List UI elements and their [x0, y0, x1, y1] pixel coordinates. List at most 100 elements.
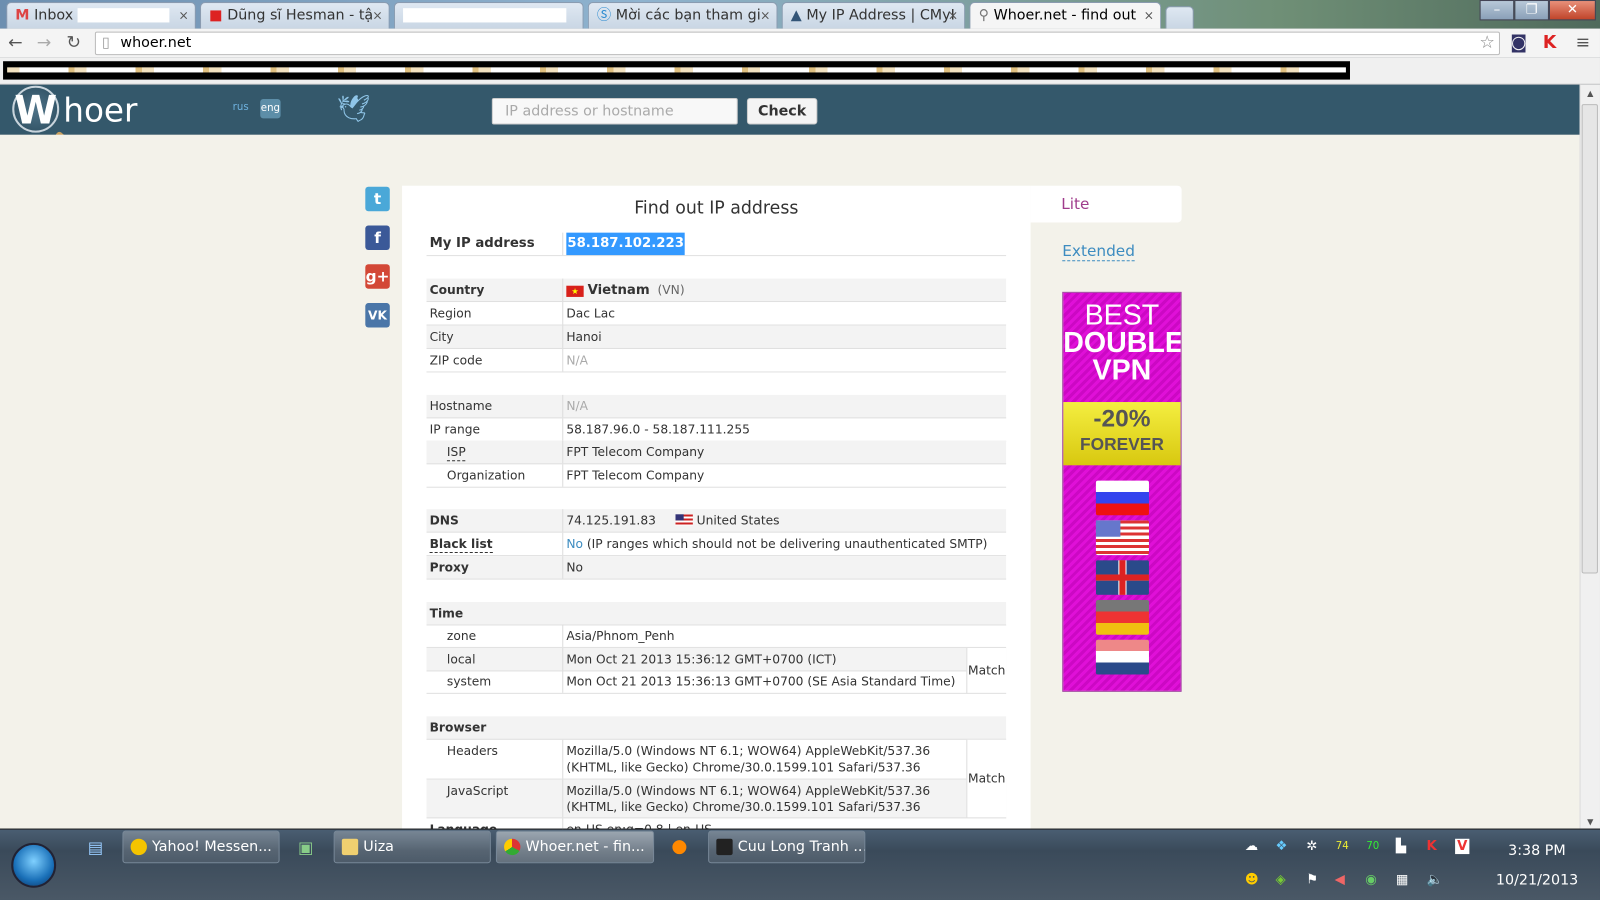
cloud-tray-icon[interactable]: ☁ — [1245, 839, 1258, 854]
program-icon[interactable]: ▣ — [298, 838, 313, 857]
ad-text: DOUBLE — [1063, 326, 1182, 359]
close-tab-icon[interactable]: × — [179, 3, 189, 27]
row-label: system — [446, 674, 492, 689]
system-time-row: system Mon Oct 21 2013 15:36:13 GMT+0700 … — [426, 670, 1007, 694]
ip-search-input[interactable] — [491, 97, 738, 125]
clock-time[interactable]: 3:38 PM — [1508, 843, 1566, 859]
start-button[interactable] — [11, 842, 57, 888]
v-tray-icon[interactable]: V — [1455, 838, 1470, 855]
tab-lite[interactable]: Lite — [1030, 185, 1182, 223]
page-title: Find out IP address — [634, 197, 799, 219]
javascript-row: JavaScript Mozilla/5.0 (Windows NT 6.1; W… — [426, 779, 1007, 819]
lang-rus-link[interactable]: rus — [233, 102, 249, 113]
minimize-button[interactable]: – — [1479, 0, 1515, 21]
city-value: Hanoi — [566, 329, 602, 344]
network-globe-icon[interactable]: ◉ — [1365, 872, 1377, 887]
tab-redacted[interactable] — [393, 2, 584, 29]
tab-label: My IP Address | CMyI — [806, 7, 955, 24]
tab-cmyip[interactable]: ▲ My IP Address | CMyI × — [781, 2, 966, 29]
volume-icon[interactable]: 🔈 — [1427, 872, 1444, 887]
close-window-button[interactable]: ✕ — [1548, 0, 1596, 21]
check-button[interactable]: Check — [746, 97, 818, 125]
lang-eng-link[interactable]: eng — [260, 98, 281, 119]
tool-tray-icon[interactable]: ✲ — [1306, 839, 1317, 854]
tab-hesman[interactable]: ■ Dũng sĩ Hesman - tậ × — [199, 2, 390, 29]
blacklist-label[interactable]: Black list — [429, 536, 493, 554]
close-tab-icon[interactable]: × — [948, 3, 958, 27]
facebook-share-icon[interactable]: f — [365, 225, 390, 250]
device-tray-icon[interactable]: ▙ — [1396, 839, 1406, 854]
taskbar-uiza[interactable]: Uiza — [333, 830, 491, 864]
zone-value: Asia/Phnom_Penh — [566, 628, 675, 643]
tab-inbox[interactable]: M Inbox × — [6, 2, 196, 29]
kaspersky-tray-icon[interactable]: K — [1427, 839, 1437, 854]
url-text: whoer.net — [120, 34, 192, 52]
action-center-flag-icon[interactable]: ⚑ — [1306, 872, 1318, 887]
row-label: Hostname — [429, 398, 493, 414]
headers-value-line: (KHTML, like Gecko) Chrome/30.0.1599.101… — [566, 760, 921, 775]
forward-icon[interactable]: → — [37, 32, 52, 54]
tab-extended[interactable]: Extended — [1062, 242, 1135, 262]
chrome-icon — [504, 838, 521, 856]
row-label: DNS — [429, 513, 459, 528]
taskbar-chrome[interactable]: Whoer.net - fin... — [495, 830, 655, 864]
row-label: local — [446, 652, 476, 667]
close-tab-icon[interactable]: × — [1144, 3, 1154, 27]
speaker-muted-icon[interactable]: ◀ — [1335, 872, 1345, 887]
menu-icon[interactable]: ≡ — [1575, 32, 1590, 54]
iprange-value: 58.187.96.0 - 58.187.111.255 — [566, 422, 750, 437]
scrollbar-thumb[interactable] — [1581, 104, 1598, 574]
twitter-bird-icon[interactable]: 🕊 — [337, 94, 371, 125]
taskbar-label: Cuu Long Tranh ... — [737, 838, 866, 856]
google-plus-share-icon[interactable]: g+ — [365, 264, 390, 289]
camera-extension-icon[interactable]: ◙ — [1510, 32, 1527, 54]
vpn-ad-banner[interactable]: BEST DOUBLE VPN -20% FOREVER — [1062, 291, 1182, 692]
firefox-icon[interactable]: ● — [671, 836, 687, 857]
taskbar-game[interactable]: Cuu Long Tranh ... — [708, 830, 866, 864]
my-ip-value[interactable]: 58.187.102.223 — [566, 232, 686, 256]
browser-section-header: Browser — [426, 716, 1007, 740]
tab-whoer[interactable]: ⚲ Whoer.net - find out × — [969, 2, 1162, 29]
restore-button[interactable]: ❐ — [1514, 0, 1549, 21]
taskbar-label: Yahoo! Messen... — [152, 838, 272, 856]
region-value: Dac Lac — [566, 306, 615, 321]
dns-row: DNS 74.125.191.83 United States — [426, 509, 1007, 533]
reload-icon[interactable]: ↻ — [66, 32, 81, 54]
window-controls: – ❐ ✕ — [1479, 0, 1596, 22]
dns-country: United States — [696, 513, 780, 528]
nvidia-tray-icon[interactable]: ◈ — [1276, 872, 1286, 887]
organization-value: FPT Telecom Company — [566, 468, 705, 483]
tab-skype[interactable]: Ⓢ Mời các bạn tham gi × — [587, 2, 778, 29]
close-tab-icon[interactable]: × — [760, 3, 770, 27]
blacklist-link[interactable]: No — [566, 537, 583, 551]
row-label: Organization — [446, 468, 526, 483]
clock-date[interactable]: 10/21/2013 — [1496, 872, 1578, 888]
close-tab-icon[interactable]: × — [372, 3, 382, 27]
local-time-value: Mon Oct 21 2013 15:36:12 GMT+0700 (ICT) — [566, 652, 837, 667]
uk-flag-icon — [1095, 560, 1149, 595]
yahoo-tray-icon[interactable]: ☻ — [1245, 872, 1259, 887]
network-icon[interactable]: ▦ — [1396, 872, 1409, 887]
back-icon[interactable]: ← — [8, 32, 23, 54]
logo-text[interactable]: hoer — [63, 90, 137, 131]
vk-share-icon[interactable]: VK — [365, 303, 390, 328]
kaspersky-icon[interactable]: K — [1543, 32, 1556, 54]
search-icon: ⚲ — [978, 7, 990, 24]
isp-row: ISP FPT Telecom Company — [426, 440, 1007, 465]
row-label: ZIP code — [429, 353, 483, 368]
local-time-row: local Mon Oct 21 2013 15:36:12 GMT+0700 (… — [426, 647, 1007, 672]
vietnam-flag-icon: ★ — [566, 285, 584, 297]
star-icon[interactable]: ☆ — [1479, 33, 1495, 54]
logo[interactable]: W — [12, 85, 60, 133]
gmail-icon: M — [15, 7, 30, 24]
taskbar-yahoo[interactable]: Yahoo! Messen... — [122, 830, 280, 864]
isp-label[interactable]: ISP — [446, 444, 466, 462]
twitter-share-icon[interactable]: t — [365, 186, 390, 212]
calculator-icon[interactable]: ▤ — [88, 838, 103, 857]
my-ip-row: My IP address 58.187.102.223 — [426, 232, 1007, 257]
new-tab-button[interactable] — [1165, 6, 1194, 29]
dropbox-tray-icon[interactable]: ❖ — [1276, 839, 1288, 854]
country-code: (VN) — [657, 282, 685, 297]
tab-label: Mời các bạn tham gi — [615, 7, 761, 24]
address-bar[interactable]: ▯ whoer.net ☆ — [94, 31, 1500, 56]
